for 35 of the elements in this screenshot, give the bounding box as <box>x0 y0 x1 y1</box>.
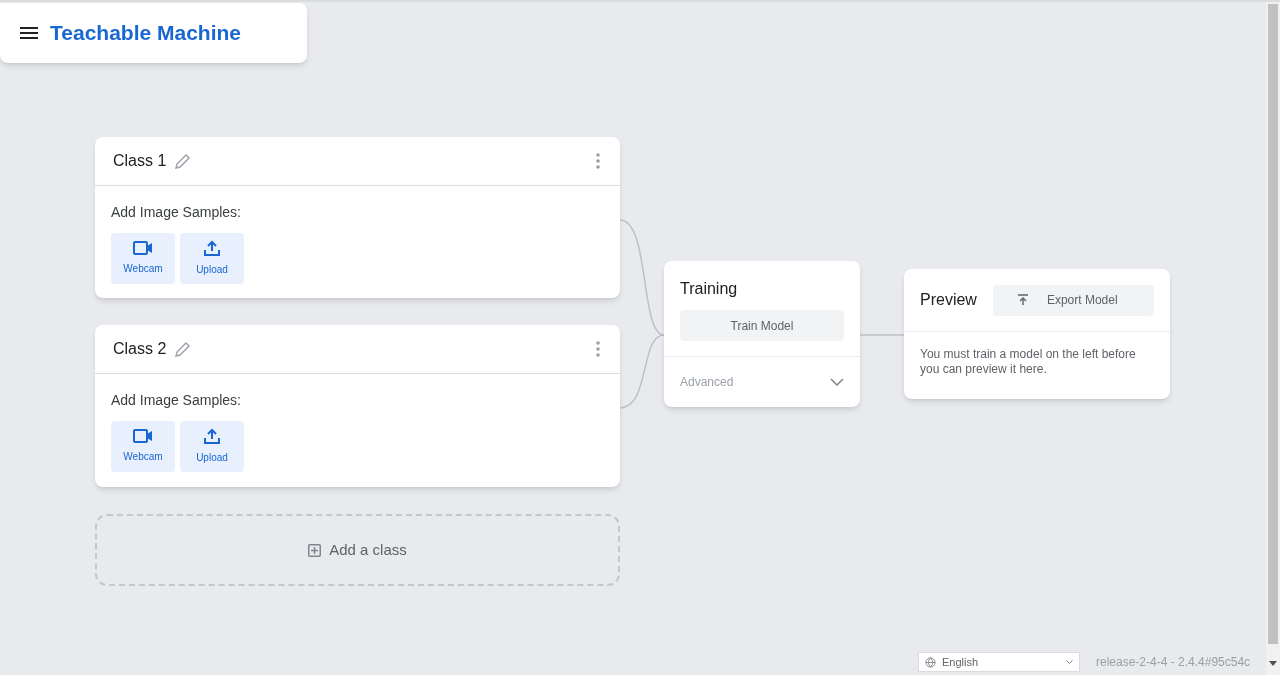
advanced-toggle[interactable]: Advanced <box>664 356 860 407</box>
pencil-icon[interactable] <box>174 152 192 170</box>
version-text: release-2-4-4 - 2.4.4#95c54c <box>1096 654 1251 671</box>
menu-icon[interactable] <box>20 27 38 39</box>
video-camera-icon <box>133 241 153 255</box>
more-options-icon[interactable] <box>596 153 600 169</box>
chevron-icon <box>830 378 844 386</box>
card-title: Training <box>679 279 739 299</box>
preview-message: You must train a model on the left before you can preview it here. <box>919 346 1137 377</box>
connector-line <box>859 334 905 336</box>
webcam-button[interactable]: Webcam <box>111 421 175 472</box>
class-name[interactable]: Class 2 <box>113 337 167 361</box>
webcam-button[interactable]: Webcam <box>111 233 175 284</box>
chevron-icon <box>1066 659 1073 665</box>
samples-label: Add Image Samples: <box>111 203 242 222</box>
globe-icon <box>925 656 936 668</box>
upload-button[interactable]: Upload <box>180 421 244 472</box>
more-options-icon[interactable] <box>596 341 600 357</box>
upload-icon <box>204 240 220 256</box>
add-class-button[interactable]: Add a class <box>95 514 620 586</box>
export-model-button[interactable]: Export Model <box>992 284 1154 316</box>
train-model-button[interactable]: Train Model <box>680 310 844 341</box>
class-name[interactable]: Class 1 <box>113 149 167 173</box>
upload-icon <box>204 428 220 444</box>
plus-square-icon <box>308 543 322 557</box>
language-select[interactable]: English <box>918 652 1080 672</box>
app-title[interactable]: Teachable Machine <box>50 17 241 49</box>
samples-label: Add Image Samples: <box>111 391 242 410</box>
pencil-icon[interactable] <box>174 340 192 358</box>
scroll-down-icon[interactable] <box>1269 661 1277 666</box>
video-camera-icon <box>133 429 153 443</box>
scrollbar[interactable] <box>1266 2 1280 675</box>
upload-icon <box>1016 294 1029 306</box>
upload-button[interactable]: Upload <box>180 233 244 284</box>
card-title: Preview <box>920 290 977 310</box>
